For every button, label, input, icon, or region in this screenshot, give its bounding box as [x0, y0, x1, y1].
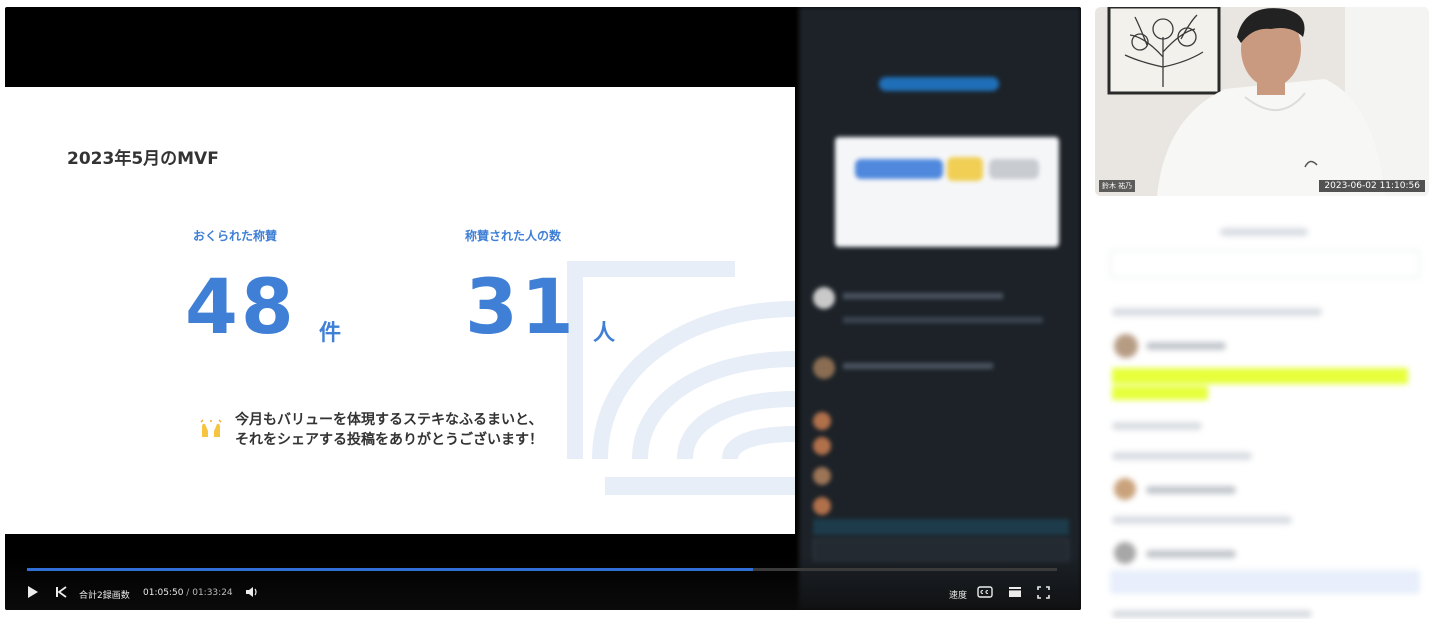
- player-controls: 合計2録画数 01:05:50 / 01:33:24 速度: [5, 555, 1081, 610]
- captions-button[interactable]: [977, 586, 993, 598]
- metric-label-praise-sent: おくられた称賛: [193, 229, 278, 243]
- metric-label-people-praised: 称賛された人の数: [465, 229, 562, 243]
- volume-button[interactable]: [245, 586, 259, 598]
- speed-button[interactable]: 速度: [949, 588, 967, 601]
- message-line-1: 今月もバリューを体現するステキなふるまいと、: [235, 412, 543, 428]
- recording-timestamp: 2023-06-02 11:10:56: [1319, 180, 1425, 192]
- time-display: 01:05:50 / 01:33:24: [143, 588, 233, 598]
- captions-icon: [977, 586, 993, 598]
- presenter-name-tag: 鈴木 祐乃: [1099, 180, 1136, 192]
- theater-icon: [1009, 587, 1021, 597]
- thank-you-message: 今月もバリューを体現するステキなふるまいと、 それをシェアする投稿をありがとうご…: [235, 410, 543, 450]
- app-window: 2023年5月のMVF おくられた称賛 48 件 称賛された人の数 31 人 今…: [0, 0, 1440, 619]
- skip-back-icon: [56, 586, 67, 598]
- raised-hands-icon: [200, 419, 222, 437]
- metric-unit-people-praised: 人: [593, 321, 616, 346]
- play-button[interactable]: [27, 585, 39, 599]
- theater-mode-button[interactable]: [1008, 586, 1022, 598]
- progress-fill: [27, 568, 754, 571]
- progress-bar[interactable]: [27, 568, 1057, 571]
- blurred-comments-panel: [1096, 212, 1430, 619]
- metric-unit-praise-sent: 件: [319, 321, 342, 346]
- current-time: 01:05:50: [143, 588, 184, 598]
- logo-watermark: [567, 261, 795, 495]
- message-line-2: それをシェアする投稿をありがとうございます！: [235, 432, 543, 448]
- skip-back-button[interactable]: [55, 586, 67, 598]
- fullscreen-button[interactable]: [1037, 586, 1050, 599]
- time-separator: /: [186, 588, 190, 598]
- volume-icon: [246, 587, 257, 597]
- presenter-video-icon: [1095, 7, 1429, 196]
- presentation-slide: 2023年5月のMVF おくられた称賛 48 件 称賛された人の数 31 人 今…: [5, 87, 795, 534]
- blurred-chat-panel: [799, 7, 1081, 610]
- video-player[interactable]: 2023年5月のMVF おくられた称賛 48 件 称賛された人の数 31 人 今…: [5, 7, 1081, 610]
- metric-value-people-praised: 31: [465, 262, 577, 351]
- view-count-label: 合計2録画数: [79, 591, 130, 601]
- fullscreen-icon: [1037, 586, 1050, 599]
- slide-title: 2023年5月のMVF: [67, 149, 219, 169]
- play-icon: [28, 586, 38, 598]
- metric-value-praise-sent: 48: [185, 262, 297, 351]
- total-time: 01:33:24: [192, 588, 233, 598]
- camera-feed: 鈴木 祐乃 2023-06-02 11:10:56: [1095, 7, 1429, 196]
